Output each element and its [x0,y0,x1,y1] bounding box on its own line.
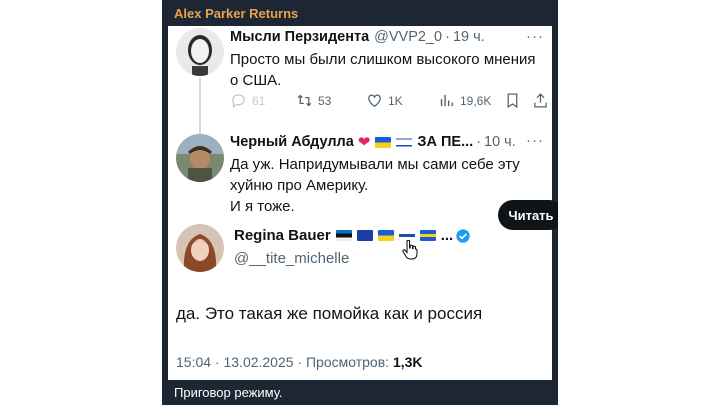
user-handle[interactable]: @VVP2_0 [374,29,442,45]
heart-icon [368,94,381,107]
tweet-time[interactable]: 10 ч. [484,134,516,150]
eu-flag-icon [356,230,373,241]
tweet-text: Просто мы были слишком высокого мнения о… [230,49,536,91]
estonia-flag-icon [335,230,352,241]
tweet-actions: 61 53 1K 19,6K [230,92,548,112]
views-count: 19,6K [460,93,492,108]
israel-flag-icon [396,136,413,148]
tweet-1: Мысли Перзидента @VVP2_0 · 19 ч. ··· Про… [168,26,552,136]
flag-emojis [375,136,417,148]
sweden-flag-icon [419,230,436,241]
reply-button[interactable]: 61 [230,92,265,109]
share-icon [534,93,547,108]
flag-emojis [335,230,441,241]
ukraine-flag-icon [375,136,392,148]
tweet-text-line: о США. [230,72,282,89]
display-name[interactable]: Мысли Перзидента [230,29,369,45]
tweet-text-line: хуйню про Америку. [230,177,369,194]
separator-dot: · [476,134,481,150]
tweet-text: да. Это такая же помойка как и россия [176,304,483,323]
right-margin [558,0,720,405]
tweet-meta: 15:04 · 13.02.2025 · Просмотров: 1,3K [176,354,423,370]
views-button[interactable]: 19,6K [438,92,491,109]
views-count: 1,3K [392,354,423,370]
tweet-screenshot: Мысли Перзидента @VVP2_0 · 19 ч. ··· Про… [168,26,552,380]
bookmark-icon [507,93,518,109]
post-header: Alex Parker Returns [162,0,558,26]
share-button[interactable] [532,92,552,109]
display-name[interactable]: Regina Bauer [234,227,331,244]
reply-count: 61 [252,93,266,108]
like-count: 1K [388,93,403,108]
display-name-suffix[interactable]: ЗА ПЕ... [417,134,473,150]
follow-button[interactable]: Читать [498,200,558,230]
user-handle[interactable]: @__tite_michelle [234,250,349,267]
more-options-icon[interactable]: ··· [526,28,544,45]
avatar[interactable] [176,28,224,76]
left-margin [0,0,162,405]
like-button[interactable]: 1K [366,92,403,109]
tweet-2: Черный Абдулла ❤ ЗА ПЕ... · 10 ч. ··· Да… [168,126,552,216]
tweet-header: Мысли Перзидента @VVP2_0 · 19 ч. [230,29,485,45]
verified-badge-icon [456,228,470,243]
tweet-time[interactable]: 19 ч. [453,29,485,45]
retweet-button[interactable]: 53 [296,92,331,109]
tweet-text-line: Да уж. Напридумывали мы сами себе эту [230,156,520,173]
post-caption: Приговор режиму. [174,385,283,400]
avatar[interactable] [176,134,224,182]
separator-dot: · [445,29,450,45]
tweet-text: Да уж. Напридумывали мы сами себе эту ху… [230,154,520,217]
tweet-timestamp[interactable]: 15:04 · 13.02.2025 · Просмотров: [176,354,389,370]
display-name[interactable]: Черный Абдулла [230,134,354,150]
reply-icon [232,94,245,109]
name-ellipsis: ... [440,227,454,244]
tweet-header: Черный Абдулла ❤ ЗА ПЕ... · 10 ч. [230,133,516,151]
tweet-text-line: Просто мы были слишком высокого мнения [230,51,536,68]
handle-row: @__tite_michelle [234,250,349,267]
tweet-3: Regina Bauer ... @__tite_michelle да. Эт… [168,216,552,380]
views-icon [440,94,453,107]
hand-cursor-icon [402,240,418,260]
avatar[interactable] [176,224,224,272]
post-author[interactable]: Alex Parker Returns [174,6,298,21]
retweet-icon [297,94,312,107]
retweet-count: 53 [318,93,332,108]
tweet-header: Regina Bauer ... [234,227,471,244]
more-options-icon[interactable]: ··· [526,132,544,149]
heart-emoji-icon: ❤ [357,134,371,151]
social-post: Alex Parker Returns Мысли Перзидента @VV… [162,0,558,405]
tweet-text-line: И я тоже. [230,198,295,215]
bookmark-button[interactable] [504,92,526,109]
ukraine-flag-icon [377,230,394,241]
